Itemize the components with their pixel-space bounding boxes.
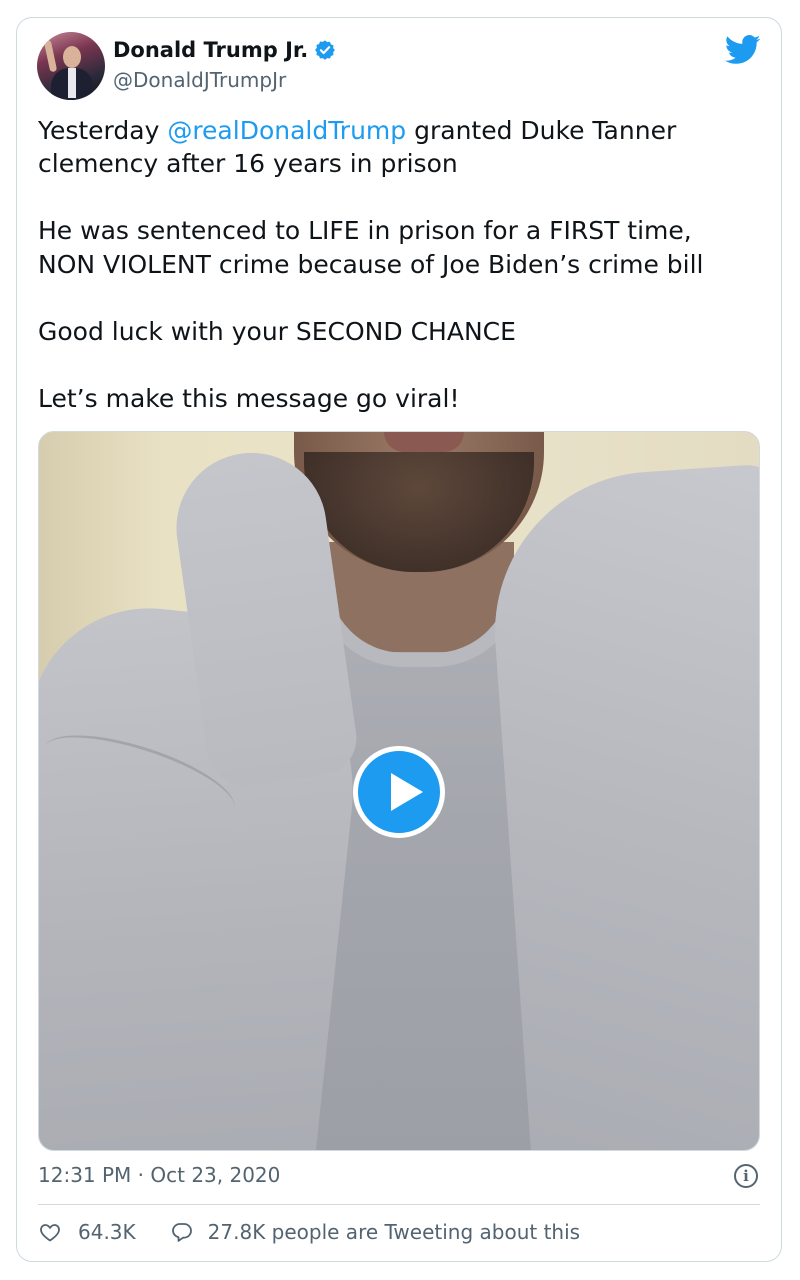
avatar-arm — [43, 39, 58, 73]
lips — [384, 432, 464, 452]
hoodie-right-side — [484, 462, 759, 1150]
heart-icon[interactable] — [38, 1220, 62, 1244]
tweet-text-line-4: NON VIOLENT crime because of Joe Biden’s… — [38, 250, 704, 279]
tweet-text-line-6: Let’s make this message go viral! — [38, 384, 460, 413]
info-icon[interactable]: i — [734, 1164, 758, 1188]
likes-count[interactable]: 64.3K — [78, 1220, 136, 1244]
play-button[interactable] — [353, 746, 445, 838]
tweet-text-line-3: He was sentenced to LIFE in prison for a… — [38, 216, 692, 245]
avatar-shirt — [68, 68, 76, 98]
speech-bubble-icon[interactable] — [170, 1220, 194, 1244]
tweeting-about-text[interactable]: 27.8K people are Tweeting about this — [208, 1220, 580, 1244]
author-name-row[interactable]: Donald Trump Jr. — [113, 38, 336, 62]
author-handle[interactable]: @DonaldJTrumpJr — [113, 68, 286, 92]
tweet-timestamp[interactable]: 12:31 PM · Oct 23, 2020 — [38, 1163, 280, 1187]
tweet-stats: 64.3K 27.8K people are Tweeting about th… — [38, 1220, 580, 1244]
play-icon — [391, 773, 423, 811]
display-name[interactable]: Donald Trump Jr. — [113, 38, 308, 62]
mention-link[interactable]: @realDonaldTrump — [167, 116, 406, 145]
tweet-text-line-2: clemency after 16 years in prison — [38, 149, 458, 178]
verified-badge-icon — [315, 40, 336, 60]
tweet-text-suffix: granted Duke Tanner — [406, 116, 677, 145]
twitter-bird-icon[interactable] — [725, 35, 761, 65]
video-thumbnail[interactable] — [38, 431, 760, 1151]
tweet-text-line-1: Yesterday @realDonaldTrump granted Duke … — [38, 114, 676, 147]
tweet-text-line-5: Good luck with your SECOND CHANCE — [38, 317, 516, 346]
avatar[interactable] — [37, 32, 105, 100]
tweet-text-prefix: Yesterday — [38, 116, 168, 145]
divider — [38, 1204, 760, 1205]
avatar-face — [63, 46, 81, 68]
